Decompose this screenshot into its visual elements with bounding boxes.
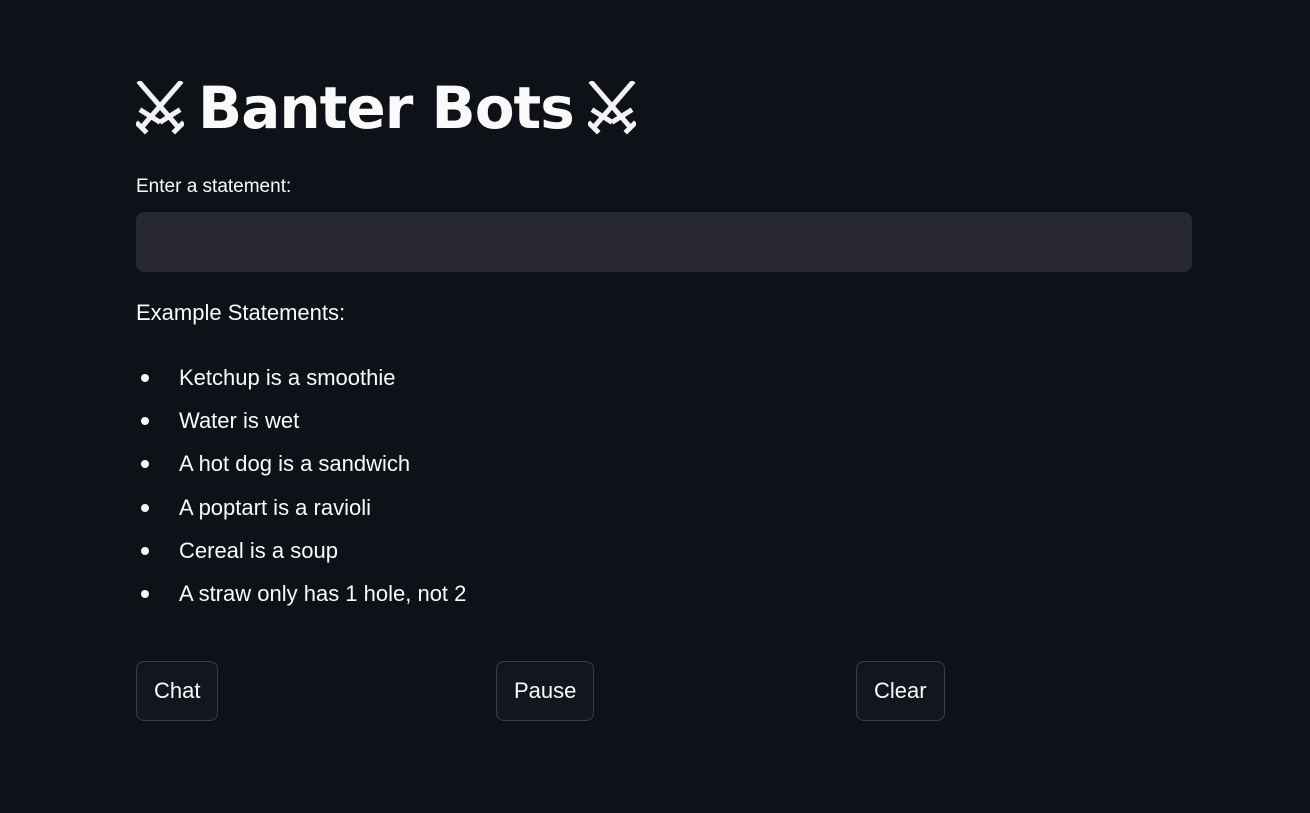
bullet-icon (141, 460, 149, 469)
example-statement: A hot dog is a sandwich (179, 451, 411, 477)
example-statement: Cereal is a soup (179, 537, 338, 563)
list-item: Water is wet (136, 399, 466, 442)
statement-input[interactable] (136, 212, 1192, 272)
example-statement: Ketchup is a smoothie (179, 365, 396, 390)
crossed-swords-icon (136, 81, 184, 135)
example-statement: A poptart is a ravioli (179, 494, 371, 520)
pause-button[interactable]: Pause (496, 661, 595, 721)
statement-input-label: Enter a statement: (136, 176, 292, 197)
list-item: A poptart is a ravioli (136, 486, 466, 529)
chat-button[interactable]: Chat (136, 661, 219, 721)
bullet-icon (141, 589, 149, 598)
list-item: A hot dog is a sandwich (136, 442, 466, 485)
page-title: Banter Bots (136, 70, 636, 146)
list-item: Ketchup is a smoothie (136, 356, 466, 399)
page-title-text: Banter Bots (198, 74, 575, 142)
bullet-icon (141, 546, 149, 555)
clear-button[interactable]: Clear (856, 661, 945, 721)
examples-heading: Example Statements: (136, 300, 346, 325)
examples-list: Ketchup is a smoothie Water is wet A hot… (136, 356, 466, 615)
list-item: Cereal is a soup (136, 529, 466, 572)
bullet-icon (141, 374, 149, 382)
list-item: A straw only has 1 hole, not 2 (136, 572, 466, 615)
example-statement: A straw only has 1 hole, not 2 (179, 580, 467, 606)
example-statement: Water is wet (179, 408, 300, 434)
bullet-icon (141, 503, 149, 512)
crossed-swords-icon (587, 81, 636, 135)
bullet-icon (141, 417, 149, 426)
